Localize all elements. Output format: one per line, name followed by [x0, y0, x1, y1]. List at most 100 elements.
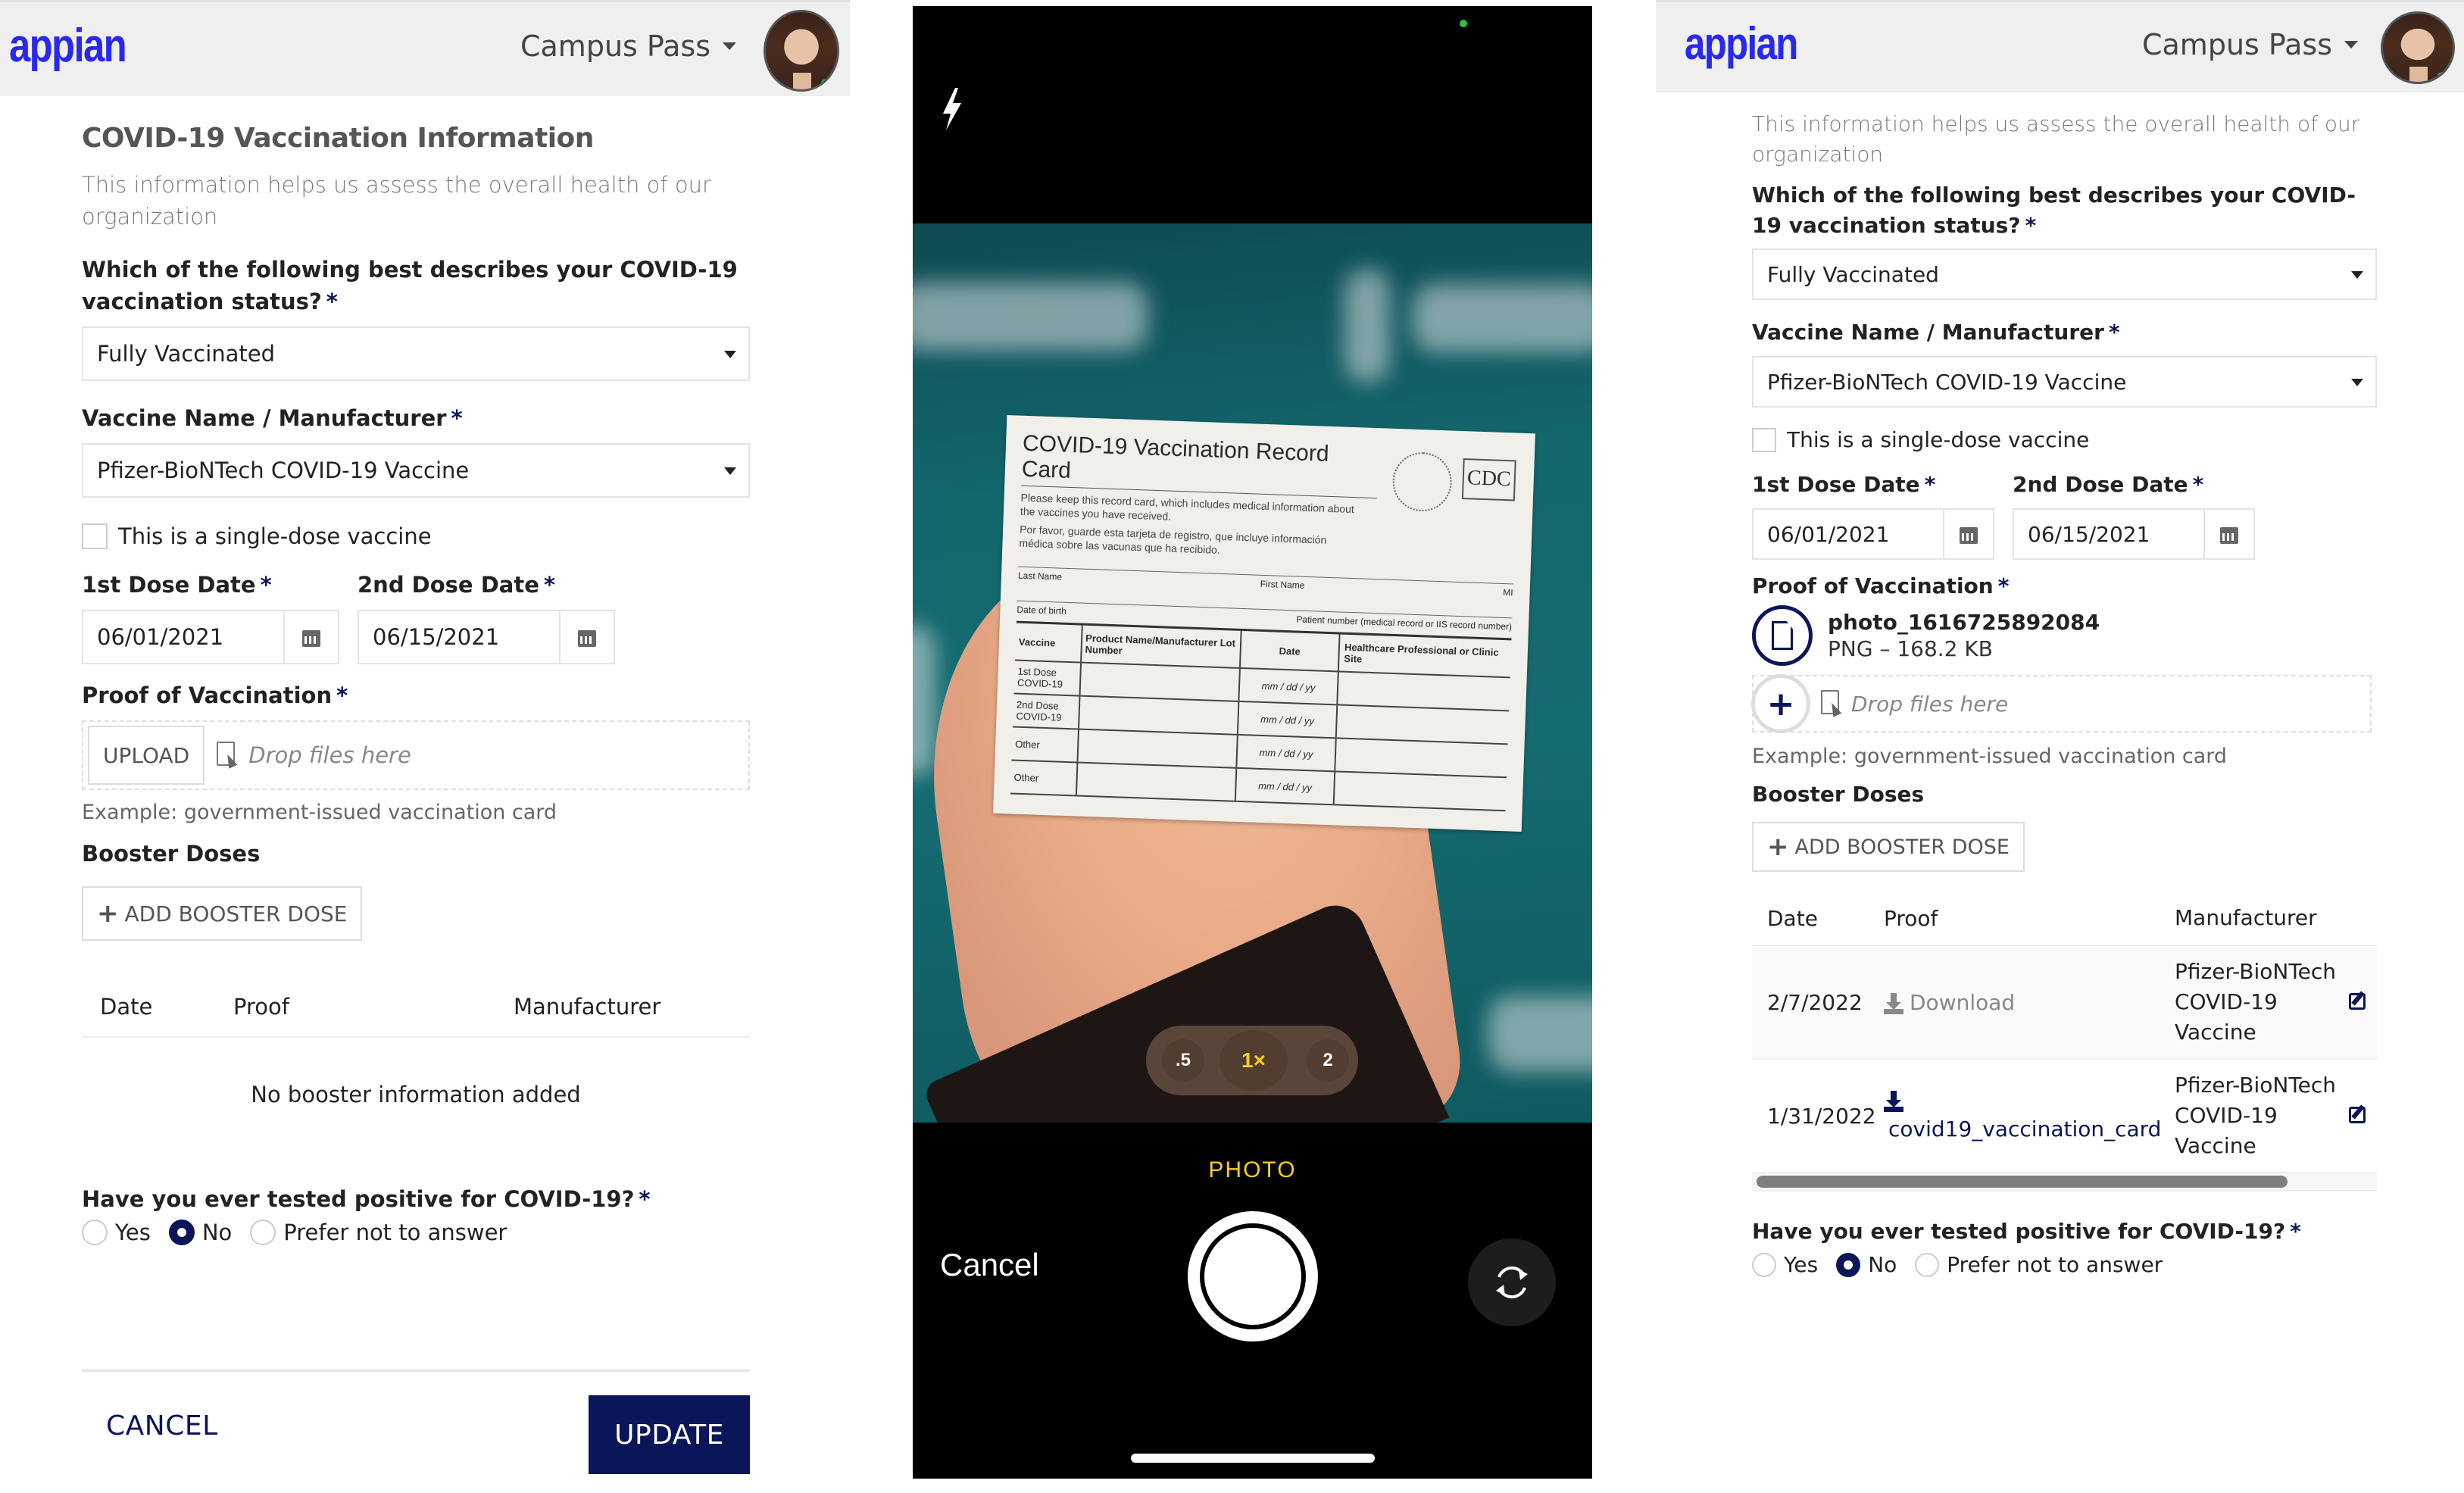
vaccine-manufacturer-dropdown[interactable]: Pfizer-BioNTech COVID-19 Vaccine — [82, 443, 750, 498]
radio-button[interactable] — [250, 1220, 276, 1245]
add-booster-dose-button[interactable]: + ADD BOOSTER DOSE — [1752, 822, 2025, 872]
booster-empty-message: No booster information added — [251, 1082, 581, 1107]
zoom-2x-button[interactable]: 2 — [1307, 1039, 1349, 1082]
tested-positive-radio-group: Yes No Prefer not to answer — [1752, 1252, 2377, 1277]
dose1-date-field[interactable]: 06/01/2021 — [82, 610, 339, 664]
single-dose-checkbox-row[interactable]: This is a single-dose vaccine — [82, 523, 750, 549]
camera-viewfinder[interactable]: COVID-19 Vaccination Record Card Please … — [913, 223, 1592, 1123]
dose2-date-field[interactable]: 06/15/2021 — [358, 610, 615, 664]
vaccination-status-dropdown[interactable]: Fully Vaccinated — [82, 326, 750, 381]
column-header-manufacturer: Manufacturer — [2175, 905, 2317, 930]
site-switcher[interactable]: Campus Pass — [2142, 28, 2358, 61]
tested-positive-label: Have you ever tested positive for COVID-… — [82, 1186, 651, 1212]
blurred-background-sign — [1413, 284, 1592, 352]
camera-mode-photo[interactable]: PHOTO — [913, 1157, 1592, 1183]
add-booster-dose-button[interactable]: + ADD BOOSTER DOSE — [82, 886, 363, 941]
blurred-background-sign — [1488, 996, 1592, 1072]
booster-doses-label: Booster Doses — [1752, 782, 1925, 807]
plus-icon: + — [1767, 832, 1789, 862]
calendar-icon — [1960, 524, 1978, 544]
radio-option-yes[interactable]: Yes — [1752, 1252, 1818, 1277]
shutter-button[interactable] — [1188, 1211, 1318, 1342]
caret-down-icon — [724, 467, 736, 475]
home-indicator[interactable] — [1131, 1454, 1375, 1463]
calendar-icon — [302, 627, 320, 647]
calendar-icon — [2220, 524, 2238, 544]
edit-icon[interactable] — [2349, 1106, 2366, 1123]
camera-in-use-indicator — [1460, 20, 1467, 27]
cdc-logo: CDC — [1461, 458, 1516, 501]
dose1-date-field[interactable]: 06/01/2021 — [1752, 508, 1994, 560]
blurred-background-logo — [1344, 269, 1390, 383]
flash-icon[interactable] — [940, 88, 963, 130]
cancel-button[interactable]: CANCEL — [106, 1410, 218, 1441]
download-link[interactable]: covid19_vaccination_card — [1884, 1090, 2175, 1142]
caret-down-icon — [2344, 41, 2358, 48]
status-label: Which of the following best describes yo… — [82, 257, 738, 314]
scrollbar-thumb[interactable] — [1757, 1176, 2288, 1188]
calendar-button[interactable] — [2203, 510, 2253, 558]
update-button[interactable]: UPDATE — [589, 1395, 750, 1474]
flip-camera-button[interactable] — [1468, 1238, 1556, 1326]
user-avatar[interactable] — [2381, 11, 2455, 84]
radio-option-prefer-not[interactable]: Prefer not to answer — [1915, 1252, 2163, 1277]
card-dose-table: Vaccine Product Name/Manufacturer Lot Nu… — [1010, 620, 1512, 812]
tested-positive-label: Have you ever tested positive for COVID-… — [1752, 1219, 2301, 1244]
calendar-button[interactable] — [283, 611, 338, 663]
dropdown-value: Fully Vaccinated — [1767, 261, 1939, 287]
single-dose-checkbox[interactable] — [82, 523, 108, 549]
caret-down-icon — [723, 42, 736, 50]
uploaded-file[interactable]: photo_1616725892084 PNG – 168.2 KB — [1752, 605, 2377, 666]
camera-screen: COVID-19 Vaccination Record Card Please … — [913, 6, 1592, 1479]
radio-button[interactable] — [1752, 1252, 1776, 1277]
zoom-0.5x-button[interactable]: .5 — [1162, 1039, 1204, 1082]
blurred-background-sign — [913, 625, 935, 776]
date-value[interactable]: 06/01/2021 — [83, 611, 283, 663]
single-dose-checkbox[interactable] — [1752, 427, 1776, 452]
edit-icon[interactable] — [2349, 992, 2366, 1010]
proof-label: Proof of Vaccination * — [82, 682, 348, 708]
booster-grid-header: Date Proof Manufacturer — [1752, 892, 2377, 945]
file-name[interactable]: photo_1616725892084 — [1828, 610, 2100, 635]
date-value[interactable]: 06/15/2021 — [2014, 510, 2203, 558]
calendar-button[interactable] — [559, 611, 614, 663]
radio-option-no[interactable]: No — [1836, 1252, 1897, 1277]
radio-button-selected[interactable] — [1836, 1252, 1861, 1277]
file-drop-zone[interactable]: + Drop files here — [1751, 674, 2372, 733]
upload-button[interactable]: UPLOAD — [88, 726, 205, 785]
dose2-label: 2nd Dose Date * — [2013, 472, 2204, 497]
date-value[interactable]: 06/01/2021 — [1754, 510, 1943, 558]
column-header-date: Date — [100, 994, 153, 1020]
file-drop-zone[interactable]: UPLOAD Drop files here — [82, 720, 750, 790]
download-icon — [1884, 992, 1903, 1014]
appian-logo[interactable]: appian — [9, 19, 127, 73]
user-avatar[interactable] — [764, 10, 839, 92]
form-instructions: This information helps us assess the ove… — [1752, 111, 2360, 167]
vaccination-record-card-photo: COVID-19 Vaccination Record Card Please … — [993, 414, 1535, 832]
zoom-1x-button[interactable]: 1× — [1220, 1030, 1288, 1091]
radio-option-prefer-not[interactable]: Prefer not to answer — [250, 1220, 507, 1245]
booster-date: 1/31/2022 — [1767, 1103, 1876, 1129]
radio-button[interactable] — [82, 1220, 108, 1245]
calendar-button[interactable] — [1943, 510, 1993, 558]
appian-logo[interactable]: appian — [1685, 17, 1798, 70]
left-form-screen: appian Campus Pass COVID-19 Vaccination … — [0, 0, 850, 1493]
single-dose-checkbox-row[interactable]: This is a single-dose vaccine — [1752, 427, 2377, 452]
date-value[interactable]: 06/15/2021 — [359, 611, 559, 663]
add-file-button[interactable]: + — [1751, 674, 1810, 733]
site-switcher[interactable]: Campus Pass — [520, 30, 736, 63]
vaccine-manufacturer-dropdown[interactable]: Pfizer-BioNTech COVID-19 Vaccine — [1752, 356, 2377, 408]
hhs-seal-icon — [1391, 451, 1453, 513]
card-title: COVID-19 Vaccination Record Card — [1021, 430, 1379, 499]
dose2-date-field[interactable]: 06/15/2021 — [2013, 508, 2255, 560]
vaccine-label: Vaccine Name / Manufacturer * — [1752, 320, 2120, 345]
radio-button[interactable] — [1915, 1252, 1940, 1277]
horizontal-scrollbar[interactable] — [1752, 1172, 2377, 1192]
booster-date: 2/7/2022 — [1767, 989, 1863, 1015]
vaccination-status-dropdown[interactable]: Fully Vaccinated — [1752, 248, 2377, 300]
radio-option-yes[interactable]: Yes — [82, 1220, 151, 1245]
caret-down-icon — [2351, 271, 2363, 279]
camera-cancel-button[interactable]: Cancel — [940, 1247, 1039, 1283]
radio-option-no[interactable]: No — [168, 1220, 232, 1245]
radio-button-selected[interactable] — [168, 1220, 195, 1245]
